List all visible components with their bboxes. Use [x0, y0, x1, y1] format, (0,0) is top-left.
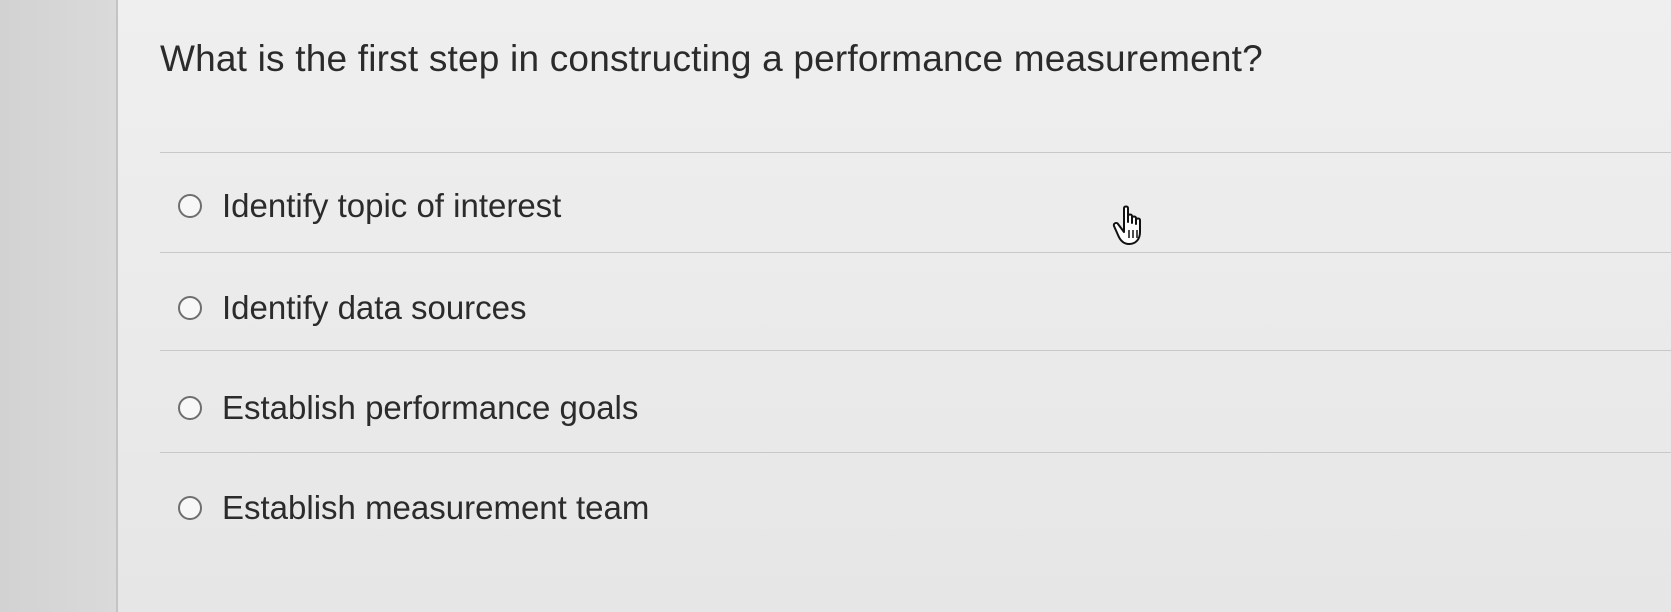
- answer-option-4[interactable]: Establish measurement team: [178, 486, 649, 530]
- answer-option-2[interactable]: Identify data sources: [178, 286, 527, 330]
- radio-button[interactable]: [178, 396, 202, 420]
- answer-option-label: Establish performance goals: [222, 389, 639, 426]
- answer-option-label: Establish measurement team: [222, 489, 650, 526]
- divider: [160, 252, 1671, 253]
- answer-option-label: Identify topic of interest: [222, 187, 562, 224]
- question-text: What is the first step in constructing a…: [160, 38, 1263, 79]
- question-card: What is the first step in constructing a…: [118, 0, 1671, 612]
- answer-option-3[interactable]: Establish performance goals: [178, 386, 638, 430]
- answer-option-label: Identify data sources: [222, 289, 527, 326]
- page-left-margin: [0, 0, 118, 612]
- answer-option-1[interactable]: Identify topic of interest: [178, 184, 561, 228]
- divider: [160, 152, 1671, 153]
- radio-button[interactable]: [178, 194, 202, 218]
- radio-button[interactable]: [178, 296, 202, 320]
- divider: [160, 452, 1671, 453]
- radio-button[interactable]: [178, 496, 202, 520]
- divider: [160, 350, 1671, 351]
- hand-pointer-icon: [1112, 205, 1141, 245]
